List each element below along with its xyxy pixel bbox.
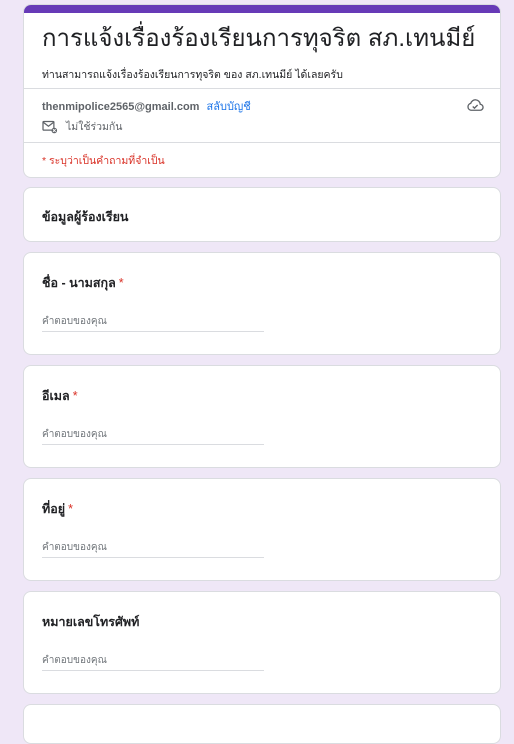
question-card-name: ชื่อ - นามสกุล *: [23, 252, 501, 355]
mail-not-shared-icon: [42, 120, 58, 133]
required-asterisk: *: [68, 502, 73, 516]
header-divider: [24, 88, 500, 89]
required-asterisk: *: [118, 276, 124, 290]
question-card-address: ที่อยู่ *: [23, 478, 501, 581]
question-label: อีเมล *: [42, 386, 78, 406]
required-asterisk: *: [72, 389, 78, 403]
question-card-phone: หมายเลขโทรศัพท์: [23, 591, 501, 694]
question-text: ที่อยู่: [42, 502, 66, 516]
email-answer-input[interactable]: [42, 424, 264, 445]
question-label: ชื่อ - นามสกุล *: [42, 273, 124, 293]
account-row: thenmipolice2565@gmail.com สลับบัญชี: [42, 97, 251, 115]
next-question-card: [23, 704, 501, 744]
account-divider: [24, 142, 500, 143]
section-header-card: ข้อมูลผู้ร้องเรียน: [23, 187, 501, 242]
name-answer-input[interactable]: [42, 311, 264, 332]
form-title: การแจ้งเรื่องร้องเรียนการทุจริต สภ.เทนมี…: [42, 25, 476, 52]
question-label: ที่อยู่ *: [42, 499, 73, 519]
address-answer-input[interactable]: [42, 537, 264, 558]
account-email: thenmipolice2565@gmail.com: [42, 101, 200, 113]
form-description: ท่านสามารถแจ้งเรื่องร้องเรียนการทุจริต ข…: [42, 69, 343, 81]
question-text: หมายเลขโทรศัพท์: [42, 615, 140, 629]
question-text: อีเมล: [42, 389, 70, 403]
question-label: หมายเลขโทรศัพท์: [42, 612, 139, 632]
header-accent-band: [24, 5, 500, 13]
cloud-saved-icon: [467, 99, 484, 111]
section-title: ข้อมูลผู้ร้องเรียน: [42, 210, 129, 224]
form-header-card: การแจ้งเรื่องร้องเรียนการทุจริต สภ.เทนมี…: [23, 4, 501, 178]
question-card-email: อีเมล *: [23, 365, 501, 468]
phone-answer-input[interactable]: [42, 650, 264, 671]
not-shared-row: ไม่ใช้ร่วมกัน: [42, 118, 122, 135]
switch-account-link[interactable]: สลับบัญชี: [207, 101, 251, 113]
required-note: * ระบุว่าเป็นคำถามที่จำเป็น: [42, 155, 165, 167]
not-shared-label: ไม่ใช้ร่วมกัน: [66, 121, 123, 133]
question-text: ชื่อ - นามสกุล: [42, 276, 116, 290]
